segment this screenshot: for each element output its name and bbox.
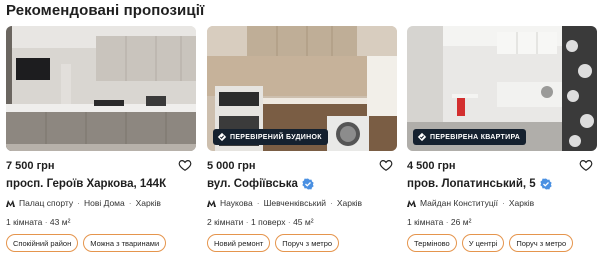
city: Харків bbox=[135, 198, 161, 208]
rooms: 2 кімнати bbox=[207, 217, 244, 227]
metro-station: Майдан Конституції bbox=[420, 198, 499, 208]
listing-location: Майдан Конституції · Харків bbox=[407, 198, 534, 208]
street-text: пров. Лопатинський, 5 bbox=[407, 178, 536, 190]
badge-label: ПЕРЕВІРЕНИЙ БУДИНОК bbox=[230, 133, 322, 141]
verified-house-icon bbox=[217, 132, 227, 142]
tag-chip[interactable]: Поруч з метро bbox=[509, 234, 574, 252]
metro-icon bbox=[407, 199, 416, 207]
section-title: Рекомендовані пропозиції bbox=[6, 2, 205, 19]
tag-chip[interactable]: У центрі bbox=[461, 234, 505, 252]
listing-price: 4 500 грн bbox=[407, 160, 456, 172]
street-text: вул. Софіївська bbox=[207, 178, 298, 190]
tag-list: Новий ремонт Поруч з метро bbox=[207, 234, 340, 252]
rooms: 1 кімната bbox=[6, 217, 43, 227]
area: 45 м² bbox=[293, 217, 314, 227]
city: Харків bbox=[508, 198, 535, 208]
floor: 1 поверх bbox=[251, 217, 286, 227]
verified-badge: ПЕРЕВІРЕНА КВАРТИРА bbox=[413, 129, 527, 145]
metro-icon bbox=[207, 199, 216, 207]
kitchen-photo bbox=[6, 26, 196, 151]
tag-chip[interactable]: Можна з тваринами bbox=[83, 234, 167, 252]
listing-price: 5 000 грн bbox=[207, 160, 256, 172]
listing-details: 1 кімната · 43 м² bbox=[6, 217, 71, 227]
listing-location: Наукова · Шевченківський · Харків bbox=[207, 198, 362, 208]
tag-chip[interactable]: Терміново bbox=[407, 234, 457, 252]
listing-photo[interactable]: ПЕРЕВІРЕНА КВАРТИРА bbox=[407, 26, 597, 151]
city: Харків bbox=[336, 198, 363, 208]
verified-check-icon bbox=[540, 178, 552, 190]
tag-chip[interactable]: Спокійний район bbox=[6, 234, 79, 252]
street-text: просп. Героїв Харкова, 144К bbox=[6, 178, 167, 190]
listing-price: 7 500 грн bbox=[6, 160, 55, 172]
listing-address[interactable]: вул. Софіївська bbox=[207, 178, 314, 190]
district: Шевченківський bbox=[263, 198, 326, 208]
verified-apartment-icon bbox=[417, 132, 427, 142]
tag-list: Терміново У центрі Поруч з метро bbox=[407, 234, 574, 252]
listing-photo[interactable] bbox=[6, 26, 196, 151]
listing-address[interactable]: пров. Лопатинський, 5 bbox=[407, 178, 552, 190]
area: 26 м² bbox=[450, 217, 472, 227]
listing-card[interactable]: ПЕРЕВІРЕНИЙ БУДИНОК 5 000 грн вул. Софії… bbox=[207, 26, 397, 252]
rooms: 1 кімната bbox=[407, 217, 444, 227]
listing-location: Палац спорту · Нові Дома · Харків bbox=[6, 198, 161, 208]
listing-details: 2 кімнати · 1 поверх · 45 м² bbox=[207, 217, 314, 227]
verified-badge: ПЕРЕВІРЕНИЙ БУДИНОК bbox=[213, 129, 328, 145]
listing-card[interactable]: 7 500 грн просп. Героїв Харкова, 144К Па… bbox=[6, 26, 196, 252]
listing-address[interactable]: просп. Героїв Харкова, 144К bbox=[6, 178, 166, 190]
tag-list: Спокійний район Можна з тваринами bbox=[6, 234, 167, 252]
metro-station: Палац спорту bbox=[19, 198, 74, 208]
verified-check-icon bbox=[302, 178, 314, 190]
listing-card[interactable]: ПЕРЕВІРЕНА КВАРТИРА 4 500 грн пров. Лопа… bbox=[407, 26, 597, 252]
listing-photo[interactable]: ПЕРЕВІРЕНИЙ БУДИНОК bbox=[207, 26, 397, 151]
metro-icon bbox=[6, 199, 15, 207]
metro-station: Наукова bbox=[220, 198, 253, 208]
heart-icon[interactable] bbox=[178, 158, 192, 172]
heart-icon[interactable] bbox=[379, 158, 393, 172]
tag-chip[interactable]: Новий ремонт bbox=[207, 234, 271, 252]
district: Нові Дома bbox=[83, 198, 125, 208]
listing-details: 1 кімната · 26 м² bbox=[407, 217, 472, 227]
tag-chip[interactable]: Поруч з метро bbox=[275, 234, 340, 252]
badge-label: ПЕРЕВІРЕНА КВАРТИРА bbox=[430, 133, 521, 141]
area: 43 м² bbox=[49, 217, 71, 227]
heart-icon[interactable] bbox=[579, 158, 593, 172]
